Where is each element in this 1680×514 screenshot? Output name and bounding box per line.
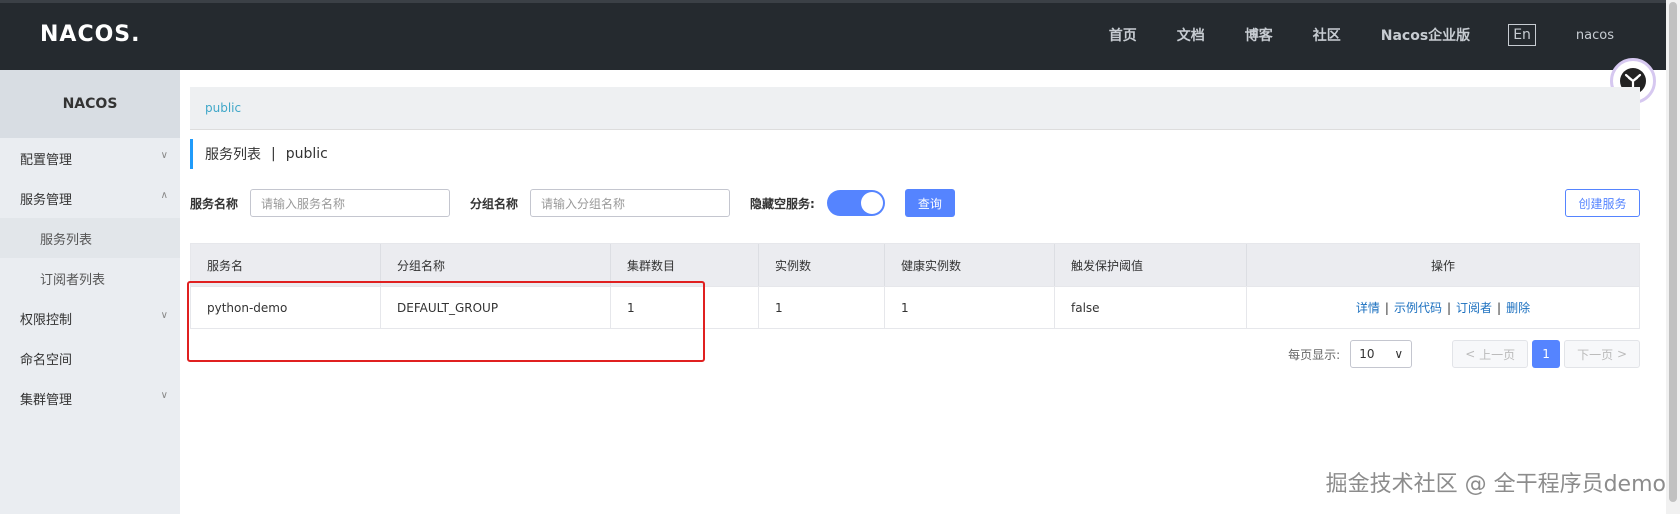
next-page-label: 下一页 <box>1577 347 1614 362</box>
sidebar-item-label: 订阅者列表 <box>40 272 106 288</box>
nav-home[interactable]: 首页 <box>1109 25 1137 45</box>
op-separator: | <box>1446 300 1452 315</box>
group-name-label: 分组名称 <box>470 196 519 211</box>
red-highlight-box <box>187 281 705 362</box>
sidebar-item-label: 命名空间 <box>20 352 73 368</box>
per-page-value: 10 <box>1359 347 1375 361</box>
col-healthy-count: 健康实例数 <box>885 244 1055 286</box>
subscribers-link[interactable]: 订阅者 <box>1456 299 1492 316</box>
sidebar-item-config[interactable]: 配置管理 ∨ <box>0 138 180 178</box>
sidebar-item-service[interactable]: 服务管理 ∧ <box>0 178 180 218</box>
group-name-input[interactable]: 请输入分组名称 <box>530 189 731 217</box>
per-page-select[interactable]: 10 ∨ <box>1350 340 1413 368</box>
namespace-link[interactable]: public <box>205 101 241 115</box>
col-operations: 操作 <box>1430 258 1455 273</box>
nav-community[interactable]: 社区 <box>1313 25 1341 45</box>
page-title-main: 服务列表 <box>205 147 261 163</box>
top-nav: 首页 文档 博客 社区 Nacos企业版 En nacos <box>1069 0 1614 70</box>
page-scrollbar[interactable] <box>1666 0 1680 514</box>
title-separator: | <box>271 146 276 162</box>
cell-operations: 详情 | 示例代码 | 订阅者 | 删除 <box>1247 287 1639 328</box>
prev-page-label: 上一页 <box>1479 347 1516 362</box>
nav-docs[interactable]: 文档 <box>1177 25 1205 45</box>
service-name-label: 服务名称 <box>190 196 239 211</box>
sidebar: NACOS 配置管理 ∨ 服务管理 ∧ 服务列表 订阅者列表 权限控制 ∨ 命名… <box>0 70 180 514</box>
chevron-up-icon: ∧ <box>160 190 168 201</box>
col-instance-count: 实例数 <box>759 244 885 286</box>
hide-empty-label: 隐藏空服务: <box>750 196 815 211</box>
top-navbar: NACOS. 首页 文档 博客 社区 Nacos企业版 En nacos <box>0 0 1666 70</box>
sidebar-item-auth[interactable]: 权限控制 ∨ <box>0 298 180 338</box>
chevron-left-icon: < <box>1465 347 1480 361</box>
prev-page-button[interactable]: < 上一页 <box>1452 340 1529 368</box>
filter-bar: 服务名称 请输入服务名称 分组名称 请输入分组名称 隐藏空服务: 查询 <box>190 188 955 218</box>
op-separator: | <box>1497 300 1502 315</box>
cell-protect-threshold: false <box>1055 287 1247 328</box>
chevron-right-icon: > <box>1613 347 1627 361</box>
query-button[interactable]: 查询 <box>904 189 955 217</box>
op-separator: | <box>1384 300 1389 315</box>
cell-healthy-count: 1 <box>885 287 1055 328</box>
page-title-namespace: public <box>285 146 328 162</box>
sidebar-item-subscribers[interactable]: 订阅者列表 <box>0 258 180 298</box>
cell-instance-count: 1 <box>759 287 885 328</box>
language-switch-button[interactable]: En <box>1508 24 1536 46</box>
page-title: 服务列表 | public <box>190 139 328 169</box>
namespace-bar: public <box>190 87 1640 130</box>
page-number-current[interactable]: 1 <box>1532 340 1561 368</box>
chevron-down-icon: ∨ <box>160 310 168 321</box>
scrollbar-thumb[interactable] <box>1669 2 1677 502</box>
sidebar-item-label: 权限控制 <box>20 312 73 328</box>
sidebar-item-label: 服务列表 <box>40 232 93 248</box>
create-service-button[interactable]: 创建服务 <box>1565 189 1640 217</box>
hide-empty-toggle[interactable] <box>826 190 885 216</box>
nav-enterprise[interactable]: Nacos企业版 <box>1381 25 1470 45</box>
pagination: 每页显示: 10 ∨ < 上一页 1 下一页 > <box>1288 340 1640 368</box>
chevron-down-icon: ∨ <box>160 150 168 161</box>
watermark: 掘金技术社区 @ 全干程序员demo <box>1325 472 1666 497</box>
next-page-button[interactable]: 下一页 > <box>1564 340 1640 368</box>
chevron-down-icon: ∨ <box>160 390 168 401</box>
nacos-logo[interactable]: NACOS. <box>40 22 141 47</box>
toggle-knob <box>860 192 883 214</box>
per-page-label: 每页显示: <box>1288 347 1341 362</box>
user-menu[interactable]: nacos <box>1576 28 1614 43</box>
nav-blog[interactable]: 博客 <box>1245 25 1273 45</box>
detail-link[interactable]: 详情 <box>1356 299 1380 316</box>
service-name-input[interactable]: 请输入服务名称 <box>250 189 451 217</box>
page: NACOS. 首页 文档 博客 社区 Nacos企业版 En nacos NAC… <box>0 0 1680 514</box>
col-cluster-count: 集群数目 <box>611 244 759 286</box>
col-protect-threshold: 触发保护阈值 <box>1055 244 1247 286</box>
sidebar-item-label: 服务管理 <box>20 192 73 208</box>
sidebar-item-label: 配置管理 <box>20 152 73 168</box>
col-group-name: 分组名称 <box>381 244 611 286</box>
chevron-down-icon: ∨ <box>1394 347 1404 361</box>
sample-code-link[interactable]: 示例代码 <box>1394 299 1442 316</box>
sidebar-item-label: 集群管理 <box>20 392 73 408</box>
sidebar-title: NACOS <box>0 70 180 138</box>
col-service-name: 服务名 <box>191 244 381 286</box>
table-header: 服务名 分组名称 集群数目 实例数 健康实例数 触发保护阈值 操作 <box>191 244 1639 286</box>
delete-link[interactable]: 删除 <box>1506 299 1530 316</box>
sidebar-item-cluster[interactable]: 集群管理 ∨ <box>0 378 180 418</box>
sidebar-item-service-list[interactable]: 服务列表 <box>0 218 180 258</box>
sidebar-item-namespace[interactable]: 命名空间 <box>0 338 180 378</box>
